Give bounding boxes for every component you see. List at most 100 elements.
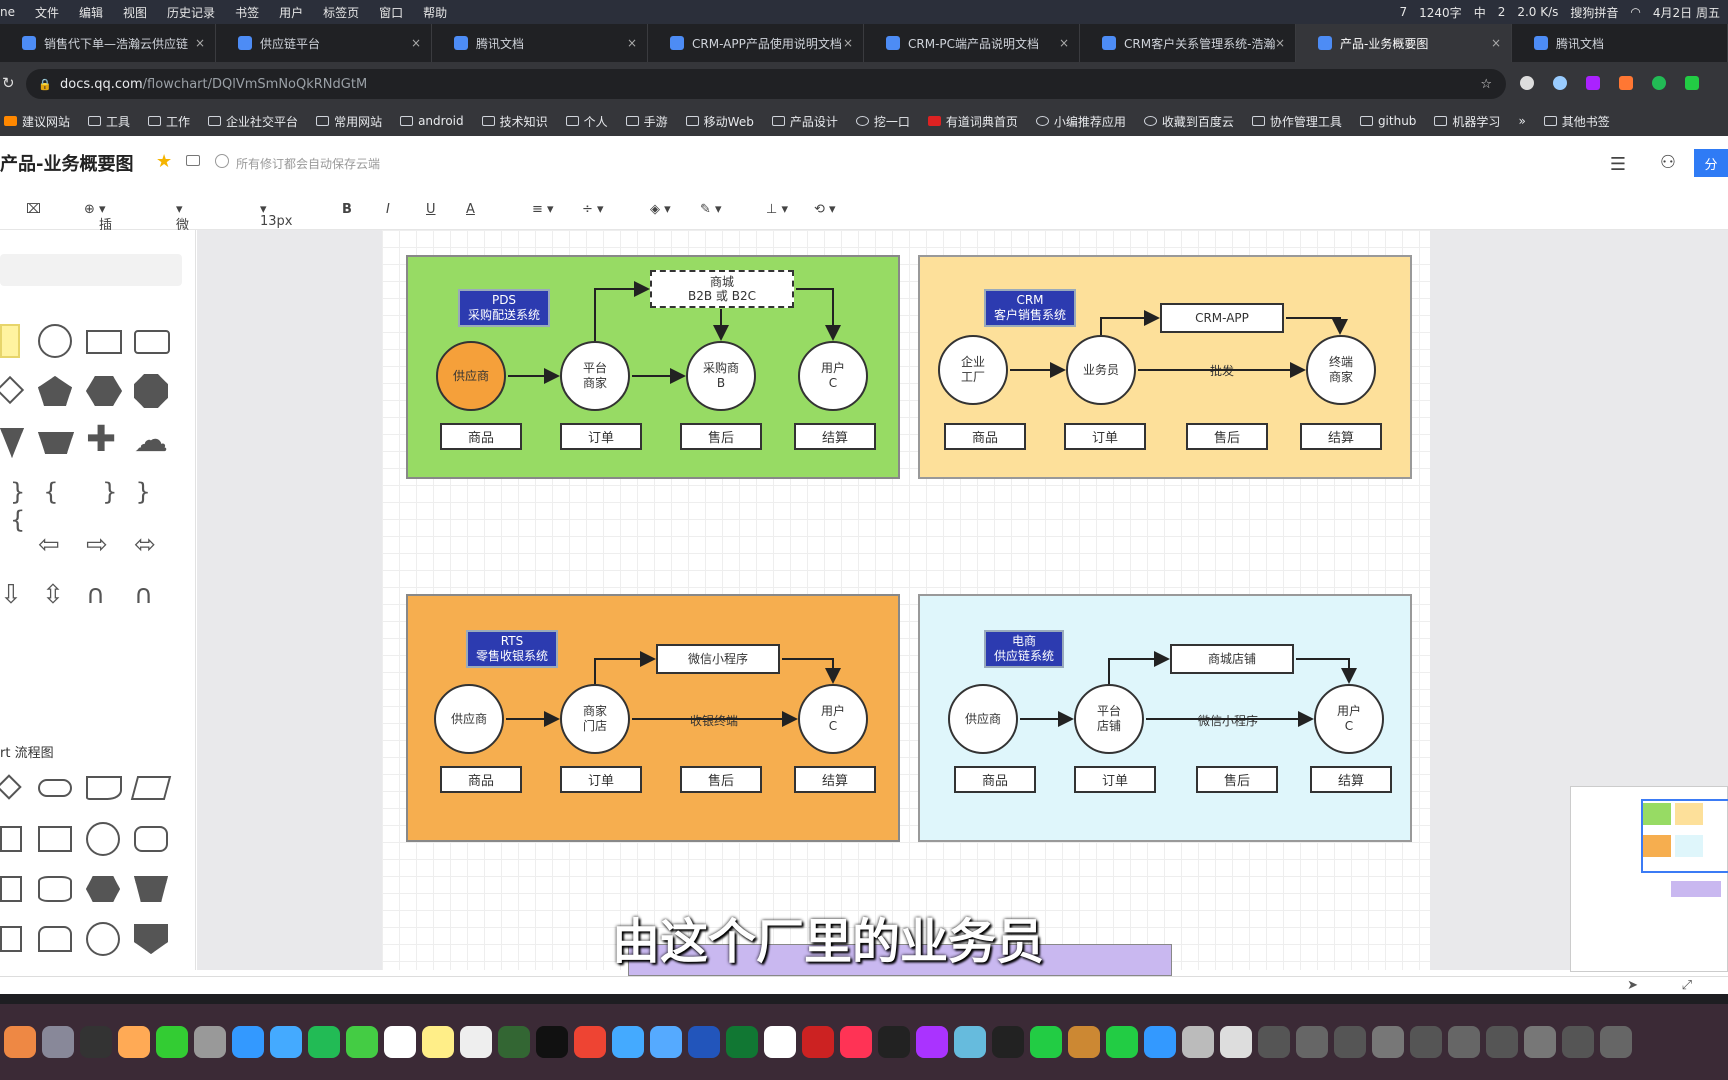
arrow-updown-icon[interactable]: ⇳ <box>42 580 64 610</box>
window-thumbnail[interactable] <box>1258 1026 1290 1058</box>
evernote-icon[interactable] <box>308 1026 340 1058</box>
tab-7[interactable]: 腾讯文档 <box>1512 24 1728 62</box>
tab-6-active[interactable]: 产品-业务概要图 × <box>1296 24 1512 62</box>
octagon-shape[interactable] <box>134 374 168 408</box>
fill-color-icon[interactable]: ◈ ▾ <box>650 202 671 217</box>
bookmark-folder[interactable]: 工具 <box>88 113 130 130</box>
pentagon-shape[interactable] <box>38 376 72 406</box>
underline-button[interactable]: U <box>426 202 436 217</box>
bookmark-folder[interactable]: 产品设计 <box>771 113 838 130</box>
menu-bookmarks[interactable]: 书签 <box>235 4 259 21</box>
extension-icon[interactable] <box>1553 76 1567 90</box>
delay-shape[interactable] <box>38 926 72 952</box>
close-icon[interactable]: × <box>1491 36 1501 50</box>
launchpad-icon[interactable] <box>42 1026 74 1058</box>
bookmark-folder[interactable]: 个人 <box>565 113 608 130</box>
mail-icon[interactable] <box>270 1026 302 1058</box>
window-thumbnail[interactable] <box>1486 1026 1518 1058</box>
insert-button[interactable]: ⊕ 插入 ▾ <box>84 202 112 252</box>
menu-item[interactable]: ne <box>0 5 15 19</box>
notes-icon[interactable] <box>422 1026 454 1058</box>
photos-icon[interactable] <box>118 1026 150 1058</box>
app-icon[interactable] <box>4 1026 36 1058</box>
terminal-icon[interactable] <box>536 1026 568 1058</box>
share-button[interactable]: 分 <box>1694 149 1728 177</box>
tab-2[interactable]: 腾讯文档 × <box>432 24 648 62</box>
bookmark[interactable]: 挖一口 <box>855 113 910 130</box>
line-color-icon[interactable]: ✎ ▾ <box>700 202 722 217</box>
app-icon[interactable] <box>1144 1026 1176 1058</box>
menu-window[interactable]: 窗口 <box>379 4 403 21</box>
shape-search-input[interactable] <box>0 254 182 286</box>
close-icon[interactable]: × <box>1059 36 1069 50</box>
file-icon[interactable] <box>1220 1026 1252 1058</box>
clock[interactable]: 4月2日 周五 <box>1653 4 1720 21</box>
url-input[interactable]: 🔒 docs.qq.com/flowchart/DQlVmSmNoQkRNdGt… <box>26 69 1506 99</box>
window-thumbnail[interactable] <box>1562 1026 1594 1058</box>
menu-user[interactable]: 用户 <box>279 4 303 21</box>
stocks-icon[interactable] <box>498 1026 530 1058</box>
format-painter-icon[interactable]: ⌧ <box>26 202 41 217</box>
flowchart-section-title[interactable]: rt 流程图 <box>0 742 54 761</box>
safari-icon[interactable] <box>232 1026 264 1058</box>
bookmark-folder[interactable]: 协作管理工具 <box>1251 113 1342 130</box>
wechat-icon[interactable] <box>1030 1026 1062 1058</box>
process-shape[interactable] <box>0 826 22 852</box>
folder-icon[interactable] <box>186 155 200 166</box>
input-method-name[interactable]: 搜狗拼音 <box>1570 4 1618 21</box>
decision-shape[interactable] <box>0 774 22 800</box>
calendar-icon[interactable] <box>384 1026 416 1058</box>
menu-file[interactable]: 文件 <box>35 4 59 21</box>
window-thumbnail[interactable] <box>1524 1026 1556 1058</box>
spacing-icon[interactable]: ÷ ▾ <box>582 202 604 217</box>
tab-5[interactable]: CRM客户关系管理系统-浩瀚 × <box>1080 24 1296 62</box>
bookmark-folder[interactable]: 手游 <box>625 113 668 130</box>
diamond-shape[interactable] <box>0 375 25 405</box>
u-turn-icon[interactable]: ∩ <box>86 580 105 610</box>
app-icon[interactable] <box>1068 1026 1100 1058</box>
close-icon[interactable]: × <box>411 36 421 50</box>
close-icon[interactable]: × <box>195 36 205 50</box>
bookmark-folder[interactable]: 移动Web <box>685 113 754 130</box>
tab-0[interactable]: 销售代下单—浩瀚云供应链 × <box>0 24 216 62</box>
menu-edit[interactable]: 编辑 <box>79 4 103 21</box>
chrome-icon[interactable] <box>574 1026 606 1058</box>
bookmark-folder[interactable]: 技术知识 <box>481 113 548 130</box>
tab-3[interactable]: CRM-APP产品使用说明文档 × <box>648 24 864 62</box>
terminal-icon[interactable] <box>992 1026 1024 1058</box>
window-thumbnail[interactable] <box>1410 1026 1442 1058</box>
extension-icon[interactable] <box>1685 76 1699 90</box>
star-icon[interactable]: ★ <box>156 151 172 172</box>
internal-storage-shape[interactable] <box>38 826 72 852</box>
extension-icon[interactable] <box>1619 76 1633 90</box>
word-icon[interactable] <box>688 1026 720 1058</box>
tab-1[interactable]: 供应链平台 × <box>216 24 432 62</box>
extension-icon[interactable] <box>1586 76 1600 90</box>
terminator-shape[interactable] <box>38 779 72 797</box>
ec-panel[interactable]: 电商 供应链系统 商城店铺 供应商 平台 店铺 用户 C 微信小程序 商品 订单… <box>918 594 1412 842</box>
tape-shape[interactable] <box>38 876 72 902</box>
arrow-down-icon[interactable]: ⇩ <box>0 580 22 610</box>
menu-help[interactable]: 帮助 <box>423 4 447 21</box>
arrow-both-icon[interactable]: ⬄ <box>134 530 156 560</box>
music-icon[interactable] <box>840 1026 872 1058</box>
crm-panel[interactable]: CRM 客户销售系统 CRM-APP 企业 工厂 业务员 终端 商家 批发 商品… <box>918 255 1412 479</box>
reload-icon[interactable]: ↻ <box>2 74 15 92</box>
window-thumbnail[interactable] <box>1448 1026 1480 1058</box>
bookmark[interactable]: 有道词典首页 <box>927 113 1018 130</box>
manual-op-shape[interactable] <box>134 876 168 902</box>
tab-4[interactable]: CRM-PC端产品说明文档 × <box>864 24 1080 62</box>
font-color-button[interactable]: A <box>466 202 475 217</box>
font-family-select[interactable]: 微软雅黑 ▾ <box>176 202 189 290</box>
font-size-select[interactable]: 13px ▾ <box>260 202 293 229</box>
cross-icon[interactable]: ✚ <box>86 422 116 458</box>
trapezoid-shape[interactable] <box>38 432 74 454</box>
rotate-icon[interactable]: ⟲ ▾ <box>814 202 836 217</box>
bookmark-folder[interactable]: 机器学习 <box>1434 113 1500 130</box>
canvas-page[interactable]: PDS 采购配送系统 商城 B2B 或 B2C 供应商 平台 商家 采购商 B … <box>382 230 1430 970</box>
align-icon[interactable]: ≡ ▾ <box>532 202 554 217</box>
app-icon[interactable] <box>954 1026 986 1058</box>
u-turn-icon[interactable]: ∩ <box>134 580 153 610</box>
data-shape[interactable] <box>130 776 172 800</box>
bookmark-folder[interactable]: 企业社交平台 <box>208 113 298 130</box>
